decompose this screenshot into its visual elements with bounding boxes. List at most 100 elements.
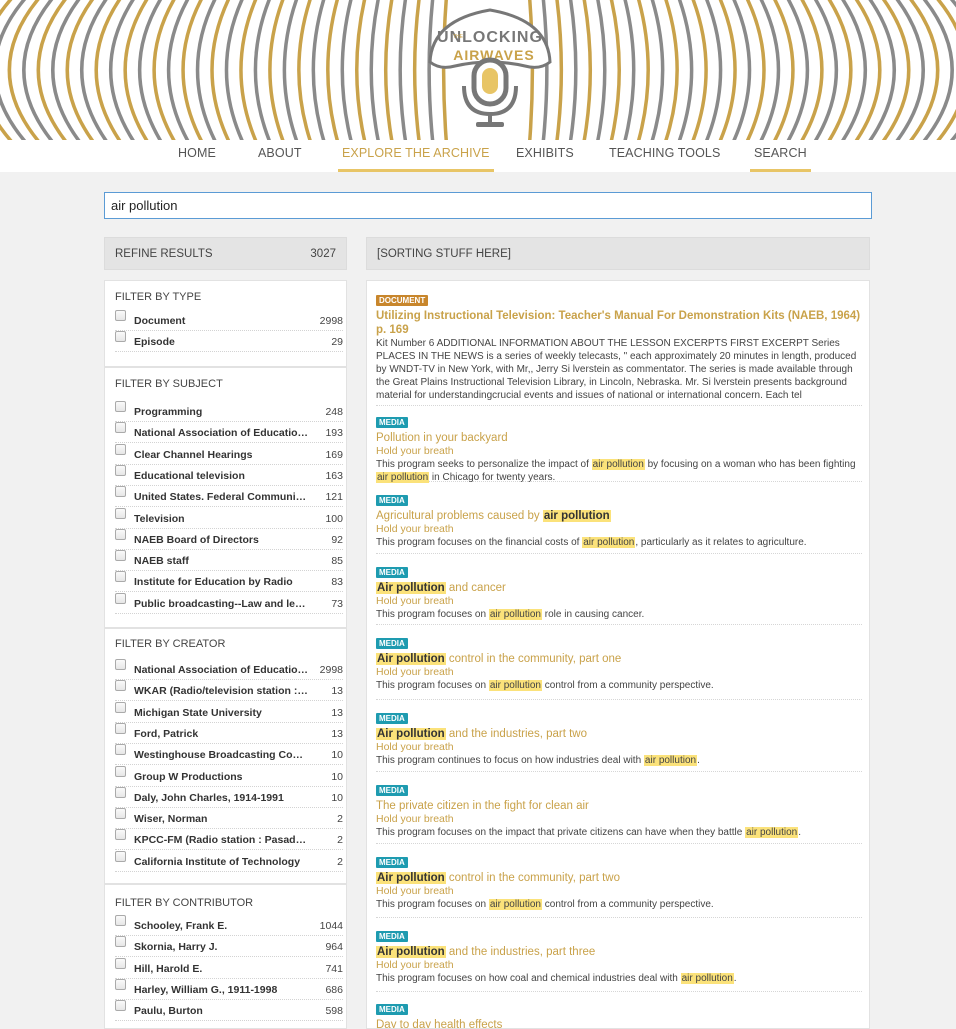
facet-checkbox[interactable] xyxy=(115,659,126,670)
facet-option-count: 10 xyxy=(331,770,343,783)
result-title-link[interactable]: Day to day health effects xyxy=(376,1018,862,1028)
result-title-link[interactable]: Pollution in your backyard xyxy=(376,431,862,445)
airwave-arc xyxy=(650,0,665,140)
facet-checkbox[interactable] xyxy=(115,850,126,862)
facet-checkbox[interactable] xyxy=(115,978,126,990)
nav-exhibits[interactable]: EXHIBITS xyxy=(516,146,574,172)
facet-option[interactable]: KPCC-FM (Radio station : Pasadena, ... 2 xyxy=(115,829,343,851)
facet-checkbox[interactable] xyxy=(115,808,126,820)
facet-option[interactable]: Group W Productions 10 xyxy=(115,765,343,787)
refine-results-label: REFINE RESULTS xyxy=(115,248,213,260)
nav-home[interactable]: HOME xyxy=(178,146,216,172)
nav-search[interactable]: SEARCH xyxy=(750,146,811,172)
nav-label: SEARCH xyxy=(754,146,807,160)
facet-option[interactable]: NAEB staff 85 xyxy=(115,550,343,572)
airwave-arc xyxy=(759,0,781,140)
airwave-arc xyxy=(195,0,217,140)
facet-option[interactable]: Clear Channel Hearings 169 xyxy=(115,443,343,465)
facet-option[interactable]: Westinghouse Broadcasting Company 10 xyxy=(115,744,343,766)
result-series-link[interactable]: Hold your breath xyxy=(376,523,862,536)
nav-about[interactable]: ABOUT xyxy=(258,146,302,172)
facet-option[interactable]: Institute for Education by Radio 83 xyxy=(115,571,343,593)
facet-checkbox[interactable] xyxy=(115,915,126,926)
facet-option[interactable]: Hill, Harold E. 741 xyxy=(115,957,343,979)
facet-option[interactable]: Episode 29 xyxy=(115,331,343,353)
facet-option[interactable]: Document 2998 xyxy=(115,310,343,331)
result-series-link[interactable]: Hold your breath xyxy=(376,595,862,608)
result-title-link[interactable]: The private citizen in the fight for cle… xyxy=(376,799,862,813)
result-series-link[interactable]: Hold your breath xyxy=(376,813,862,826)
result-series-link[interactable]: Hold your breath xyxy=(376,445,862,458)
facet-option[interactable]: Wiser, Norman 2 xyxy=(115,808,343,830)
facet-option[interactable]: Daly, John Charles, 1914-1991 10 xyxy=(115,786,343,808)
facet-option[interactable]: Public broadcasting--Law and legisla... 7… xyxy=(115,592,343,614)
facet-checkbox[interactable] xyxy=(115,1000,126,1012)
facet-checkbox[interactable] xyxy=(115,936,126,948)
nav-underline xyxy=(338,169,494,172)
facet-option-label: Educational television xyxy=(134,469,245,482)
facet-checkbox[interactable] xyxy=(115,701,126,713)
result-title-link[interactable]: Air pollution control in the community, … xyxy=(376,652,862,666)
nav-teaching-tools[interactable]: TEACHING TOOLS xyxy=(609,146,720,172)
facet-checkbox[interactable] xyxy=(115,486,126,498)
facet-checkbox[interactable] xyxy=(115,592,126,604)
facet-checkbox[interactable] xyxy=(115,680,126,692)
facet-option[interactable]: Michigan State University 13 xyxy=(115,701,343,723)
site-logo[interactable]: UNLOCKING AIRWAVES THE xyxy=(420,0,560,135)
facet-option[interactable]: Television 100 xyxy=(115,507,343,529)
search-term-highlight: air pollution xyxy=(488,899,542,910)
airwave-arc xyxy=(0,0,1,140)
facet-checkbox[interactable] xyxy=(115,957,126,969)
airwave-arc xyxy=(623,0,636,140)
facet-option-count: 686 xyxy=(325,983,343,996)
facet-option[interactable]: National Association of Educational ... 2… xyxy=(115,659,343,680)
facet-option[interactable]: California Institute of Technology 2 xyxy=(115,850,343,872)
airwave-arc xyxy=(596,0,607,140)
facet-option[interactable]: Educational television 163 xyxy=(115,464,343,486)
facet-checkbox[interactable] xyxy=(115,571,126,583)
facet-checkbox[interactable] xyxy=(115,829,126,841)
facet-option[interactable]: Skornia, Harry J. 964 xyxy=(115,936,343,958)
facet-option[interactable]: Schooley, Frank E. 1044 xyxy=(115,915,343,936)
result-title-link[interactable]: Air pollution and cancer xyxy=(376,581,862,595)
facet-checkbox[interactable] xyxy=(115,507,126,519)
facet-option[interactable]: National Association of Educational ... 1… xyxy=(115,422,343,444)
result-title-link[interactable]: Air pollution and the industries, part t… xyxy=(376,945,862,959)
facet-option[interactable]: Programming 248 xyxy=(115,401,343,422)
facet-option-count: 169 xyxy=(325,448,343,461)
result-series-link[interactable]: Hold your breath xyxy=(376,741,862,754)
result-title-link[interactable]: Agricultural problems caused by air poll… xyxy=(376,509,862,523)
facet-option-label: Skornia, Harry J. xyxy=(134,941,218,954)
facet-checkbox[interactable] xyxy=(115,786,126,798)
facet-option[interactable]: Ford, Patrick 13 xyxy=(115,722,343,744)
facet-option[interactable]: NAEB Board of Directors 92 xyxy=(115,528,343,550)
nav-explore-the-archive[interactable]: EXPLORE THE ARCHIVE xyxy=(338,146,494,172)
facet-checkbox[interactable] xyxy=(115,744,126,756)
result-title-link[interactable]: Utilizing Instructional Television: Teac… xyxy=(376,309,862,337)
facet-checkbox[interactable] xyxy=(115,422,126,434)
facet-checkbox[interactable] xyxy=(115,401,126,412)
search-input[interactable] xyxy=(104,192,872,219)
facet-checkbox[interactable] xyxy=(115,528,126,540)
media-type-badge: MEDIA xyxy=(376,857,408,868)
facet-option[interactable]: United States. Federal Communicati... 121 xyxy=(115,486,343,508)
facet-option-label: NAEB staff xyxy=(134,555,189,568)
facet-option-count: 73 xyxy=(331,597,343,610)
facet-checkbox[interactable] xyxy=(115,722,126,734)
facet-option-count: 83 xyxy=(331,576,343,589)
facet-checkbox[interactable] xyxy=(115,443,126,455)
facet-checkbox[interactable] xyxy=(115,765,126,777)
facet-option[interactable]: Harley, William G., 1911-1998 686 xyxy=(115,978,343,1000)
facet-option[interactable]: Paulu, Burton 598 xyxy=(115,1000,343,1022)
result-series-link[interactable]: Hold your breath xyxy=(376,885,862,898)
facet-checkbox[interactable] xyxy=(115,310,126,321)
document-type-badge: DOCUMENT xyxy=(376,295,429,306)
result-series-link[interactable]: Hold your breath xyxy=(376,666,862,679)
result-series-link[interactable]: Hold your breath xyxy=(376,959,862,972)
result-title-link[interactable]: Air pollution and the industries, part t… xyxy=(376,727,862,741)
facet-checkbox[interactable] xyxy=(115,464,126,476)
facet-option[interactable]: WKAR (Radio/television station : Eas... 1… xyxy=(115,680,343,702)
facet-checkbox[interactable] xyxy=(115,331,126,343)
result-title-link[interactable]: Air pollution control in the community, … xyxy=(376,871,862,885)
facet-checkbox[interactable] xyxy=(115,550,126,562)
